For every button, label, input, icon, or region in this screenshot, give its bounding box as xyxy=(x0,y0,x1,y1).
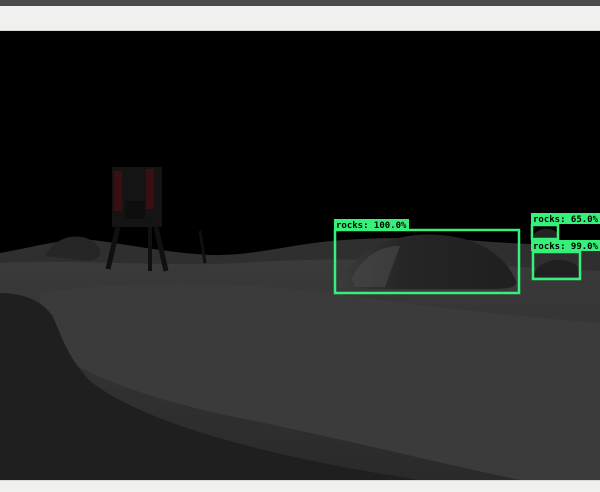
viewer-bottom-bar xyxy=(0,480,600,492)
camera-frame: rocks: 100.0% rocks: 65.0% rocks: 99.0% xyxy=(0,31,600,480)
viewer-top-bar xyxy=(0,6,600,31)
detection-label-1: rocks: 100.0% xyxy=(336,221,407,231)
detection-label-2: rocks: 65.0% xyxy=(533,215,599,225)
lunar-scene: rocks: 100.0% rocks: 65.0% rocks: 99.0% xyxy=(0,31,600,480)
detection-label-3: rocks: 99.0% xyxy=(533,242,599,252)
